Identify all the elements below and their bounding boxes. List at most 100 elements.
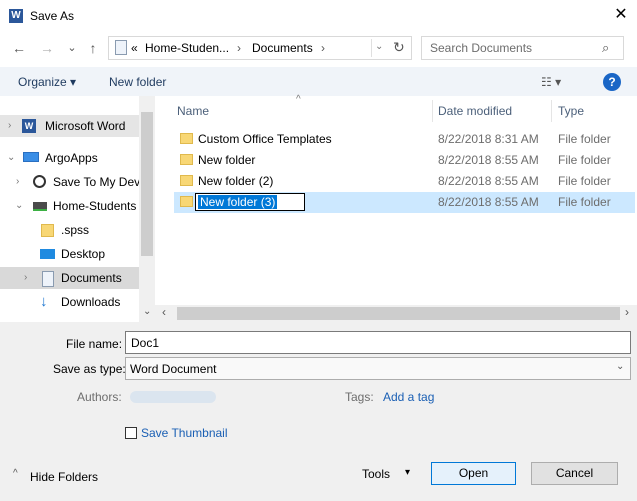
tags-label: Tags:	[345, 390, 374, 404]
download-icon: ↓	[40, 293, 48, 310]
sidebar-scroll-down[interactable]: ⌄	[143, 306, 151, 317]
horizontal-scroll-thumb[interactable]	[177, 307, 620, 320]
file-date: 8/22/2018 8:31 AM	[438, 132, 539, 146]
add-tag-link[interactable]: Add a tag	[383, 390, 434, 404]
sidebar-item-label: Home-Students	[53, 199, 137, 213]
file-name-value[interactable]: Doc1	[131, 336, 159, 350]
title-bar	[0, 0, 637, 32]
chevron-down-icon[interactable]: ⌄	[7, 147, 15, 169]
recent-locations-button[interactable]: ⌄	[64, 40, 80, 56]
documents-icon	[42, 271, 54, 287]
navigation-pane: › W Microsoft Word ⌄ ArgoApps › Save To …	[0, 96, 155, 322]
file-row-selected[interactable]: New folder (3) 8/22/2018 8:55 AM File fo…	[174, 192, 635, 213]
tools-dropdown-arrow[interactable]: ▾	[405, 467, 410, 478]
sidebar-item-microsoft-word[interactable]: › W Microsoft Word	[0, 115, 139, 137]
refresh-button[interactable]: ↻	[393, 39, 405, 56]
rename-text[interactable]: New folder (3)	[198, 195, 278, 209]
organize-menu[interactable]: Organize ▾	[18, 75, 76, 89]
forward-button[interactable]: →	[39, 40, 55, 56]
file-type: File folder	[558, 195, 611, 209]
tools-menu[interactable]: Tools	[362, 467, 390, 481]
breadcrumb-separator[interactable]: ›	[321, 41, 325, 55]
sidebar-item-spss[interactable]: .spss	[0, 219, 139, 241]
documents-icon	[115, 40, 127, 55]
disc-icon	[33, 175, 46, 188]
rename-input[interactable]: New folder (3)	[195, 193, 305, 211]
view-options-button[interactable]: ☷ ▾	[541, 75, 561, 89]
file-name-field[interactable]: Doc1	[125, 331, 631, 354]
save-thumbnail-checkbox[interactable]	[125, 427, 137, 439]
sidebar-item-label: Documents	[61, 271, 122, 285]
column-name[interactable]: Name	[177, 104, 209, 118]
sidebar-item-downloads[interactable]: ↓ Downloads	[0, 291, 139, 313]
hide-folders-button[interactable]: Hide Folders	[30, 470, 98, 484]
sidebar-item-documents[interactable]: › Documents	[0, 267, 139, 289]
save-as-type-label: Save as type:	[53, 362, 126, 376]
help-button[interactable]: ?	[603, 73, 621, 91]
column-divider[interactable]	[551, 100, 552, 122]
file-row[interactable]: Custom Office Templates 8/22/2018 8:31 A…	[174, 129, 635, 150]
file-type: File folder	[558, 153, 611, 167]
file-type: File folder	[558, 174, 611, 188]
address-bar[interactable]: « Home-Studen... › Documents › ⌄ ↻	[108, 36, 412, 60]
file-row[interactable]: New folder (2) 8/22/2018 8:55 AM File fo…	[174, 171, 635, 192]
window-title: Save As	[30, 9, 75, 23]
authors-label: Authors:	[77, 390, 122, 404]
sidebar-item-label: Desktop	[61, 247, 106, 261]
file-date: 8/22/2018 8:55 AM	[438, 153, 539, 167]
file-name: New folder	[198, 153, 256, 167]
up-button[interactable]: ↑	[85, 40, 101, 56]
save-as-type-value: Word Document	[130, 362, 217, 376]
file-name: Custom Office Templates	[198, 132, 332, 146]
chevron-right-icon[interactable]: ›	[16, 171, 19, 193]
column-date-modified[interactable]: Date modified	[438, 104, 512, 118]
sidebar-item-label: Microsoft Word	[45, 119, 126, 133]
sidebar-item-home-students[interactable]: ⌄ Home-Students	[0, 195, 139, 217]
authors-value-redacted[interactable]	[130, 391, 216, 403]
folder-icon	[180, 154, 193, 165]
history-dropdown-icon[interactable]: ⌄	[375, 41, 383, 52]
sidebar-item-label: Save To My Devi	[53, 175, 143, 189]
sidebar-item-label: .spss	[61, 223, 90, 237]
breadcrumb-home-students[interactable]: Home-Studen...	[145, 41, 229, 55]
search-input[interactable]: Search Documents	[430, 41, 532, 55]
file-date: 8/22/2018 8:55 AM	[438, 195, 539, 209]
new-folder-button[interactable]: New folder	[109, 75, 166, 89]
file-name-label: File name:	[66, 337, 123, 351]
column-divider[interactable]	[432, 100, 433, 122]
chevron-up-icon[interactable]: ^	[13, 468, 18, 479]
open-button[interactable]: Open	[431, 462, 516, 485]
search-icon[interactable]: ⌕	[602, 40, 609, 56]
close-button[interactable]: ✕	[611, 5, 631, 25]
chevron-right-icon[interactable]: ›	[24, 267, 27, 289]
address-divider	[371, 39, 372, 57]
back-button[interactable]: ←	[11, 40, 27, 56]
sidebar-scroll-thumb[interactable]	[141, 112, 153, 256]
chevron-right-icon[interactable]: ›	[8, 115, 11, 137]
breadcrumb-separator[interactable]: ›	[237, 41, 241, 55]
scroll-right-button[interactable]: ›	[625, 305, 629, 319]
file-date: 8/22/2018 8:55 AM	[438, 174, 539, 188]
sort-arrow-icon: ^	[296, 94, 301, 105]
file-name: New folder (2)	[198, 174, 274, 188]
sidebar-item-desktop[interactable]: Desktop	[0, 243, 139, 265]
save-thumbnail-label[interactable]: Save Thumbnail	[141, 426, 228, 440]
word-icon: W	[22, 119, 36, 133]
sidebar-item-argoapps[interactable]: ⌄ ArgoApps	[0, 147, 139, 169]
file-type: File folder	[558, 132, 611, 146]
folder-icon	[41, 224, 54, 237]
sidebar-item-save-to-my-device[interactable]: › Save To My Devi	[0, 171, 143, 193]
search-box[interactable]: Search Documents ⌕	[421, 36, 624, 60]
chevron-down-icon[interactable]: ⌄	[616, 361, 624, 372]
sidebar-item-label: ArgoApps	[45, 151, 98, 165]
breadcrumb-documents[interactable]: Documents	[252, 41, 313, 55]
chevron-down-icon[interactable]: ⌄	[15, 195, 23, 217]
sidebar-item-label: Downloads	[61, 295, 121, 309]
folder-icon	[180, 133, 193, 144]
cancel-button[interactable]: Cancel	[531, 462, 618, 485]
breadcrumb-overflow[interactable]: «	[131, 41, 138, 55]
scroll-left-button[interactable]: ‹	[162, 305, 166, 319]
column-type[interactable]: Type	[558, 104, 584, 118]
file-row[interactable]: New folder 8/22/2018 8:55 AM File folder	[174, 150, 635, 171]
save-as-type-dropdown[interactable]: Word Document ⌄	[125, 357, 631, 380]
